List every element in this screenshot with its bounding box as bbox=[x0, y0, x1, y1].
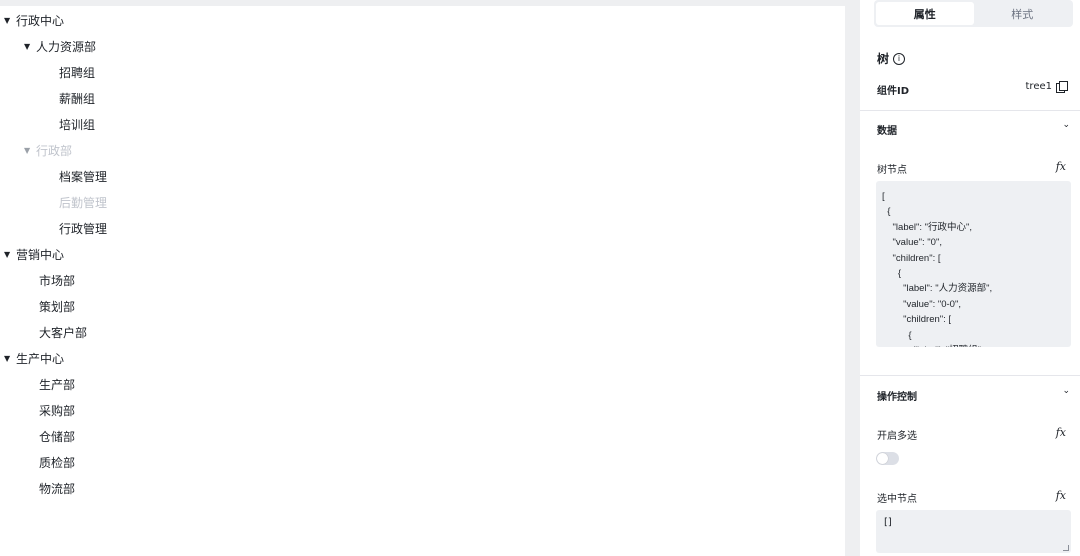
component-id-value: tree1 bbox=[1025, 81, 1052, 92]
tree-node[interactable]: 薪酬组 bbox=[0, 85, 845, 111]
tree-node[interactable]: 质检部 bbox=[0, 449, 845, 475]
tree-nodes-editor[interactable]: [ { "label": "行政中心", "value": "0", "chil… bbox=[876, 181, 1071, 347]
expand-caret-icon[interactable]: ▼ bbox=[4, 250, 16, 259]
tree-node-label: 市场部 bbox=[39, 273, 76, 288]
tree-node[interactable]: 策划部 bbox=[0, 293, 845, 319]
tree-node[interactable]: 仓储部 bbox=[0, 423, 845, 449]
tree-node-label: 培训组 bbox=[59, 117, 96, 132]
tree-node-label: 行政管理 bbox=[59, 221, 108, 236]
properties-panel: 属性 样式 树 i 组件ID tree1 数据 ⌄ 树节点 fx [ { "la… bbox=[860, 0, 1080, 556]
tree-node-label: 行政中心 bbox=[16, 13, 65, 28]
tree-node[interactable]: 培训组 bbox=[0, 111, 845, 137]
tree-component: ▼ 行政中心 ▼ 人力资源部 招聘组 薪酬组 培训组 ▼ 行政部 档案管理 后勤管理 行政管理 ▼ 营销中… bbox=[0, 7, 845, 501]
tab-styles[interactable]: 样式 bbox=[974, 2, 1072, 25]
multi-select-label: 开启多选 bbox=[877, 431, 917, 442]
tree-node-label: 行政部 bbox=[36, 143, 73, 158]
tree-nodes-fx-icon[interactable]: fx bbox=[1056, 160, 1066, 173]
tree-node[interactable]: 行政管理 bbox=[0, 215, 845, 241]
tree-node-label: 仓储部 bbox=[39, 429, 76, 444]
tree-node[interactable]: 市场部 bbox=[0, 267, 845, 293]
canvas-right-gutter bbox=[845, 0, 860, 556]
tree-node-label: 营销中心 bbox=[16, 247, 65, 262]
selected-nodes-label: 选中节点 bbox=[877, 494, 917, 505]
multi-select-fx-icon[interactable]: fx bbox=[1056, 426, 1066, 439]
tree-node-label: 策划部 bbox=[39, 299, 76, 314]
component-title-text: 树 bbox=[877, 52, 890, 66]
tree-nodes-code: [ { "label": "行政中心", "value": "0", "chil… bbox=[882, 191, 993, 347]
tree-node-label: 生产中心 bbox=[16, 351, 65, 366]
tree-node: 后勤管理 bbox=[0, 189, 845, 215]
multi-select-toggle[interactable] bbox=[876, 452, 899, 465]
tree-node[interactable]: 档案管理 bbox=[0, 163, 845, 189]
tree-node-label: 采购部 bbox=[39, 403, 76, 418]
info-icon[interactable]: i bbox=[893, 52, 906, 65]
tree-node-label: 档案管理 bbox=[59, 169, 108, 184]
canvas-top-strip bbox=[0, 0, 860, 6]
tree-node-label: 物流部 bbox=[39, 481, 76, 496]
tree-node[interactable]: ▼ 营销中心 bbox=[0, 241, 845, 267]
resize-handle-icon[interactable] bbox=[1063, 545, 1069, 551]
component-title: 树 i bbox=[877, 50, 906, 67]
expand-caret-icon[interactable]: ▼ bbox=[4, 16, 16, 25]
expand-caret-icon[interactable]: ▼ bbox=[24, 146, 36, 155]
expand-caret-icon[interactable]: ▼ bbox=[24, 42, 36, 51]
tree-node-label: 后勤管理 bbox=[59, 195, 108, 210]
tree-node-label: 薪酬组 bbox=[59, 91, 96, 106]
copy-icon[interactable] bbox=[1056, 81, 1068, 93]
tree-node: ▼ 行政部 bbox=[0, 137, 845, 163]
tree-node[interactable]: ▼ 生产中心 bbox=[0, 345, 845, 371]
divider bbox=[860, 110, 1080, 111]
tree-node[interactable]: 招聘组 bbox=[0, 59, 845, 85]
operation-section-chevron-icon[interactable]: ⌄ bbox=[1062, 386, 1070, 396]
expand-caret-icon[interactable]: ▼ bbox=[4, 354, 16, 363]
selected-nodes-value: [] bbox=[884, 517, 892, 528]
component-id-row: tree1 bbox=[1025, 81, 1068, 93]
tree-node-label: 生产部 bbox=[39, 377, 76, 392]
tree-node[interactable]: ▼ 人力资源部 bbox=[0, 33, 845, 59]
data-section-chevron-icon[interactable]: ⌄ bbox=[1062, 120, 1070, 130]
tab-properties[interactable]: 属性 bbox=[876, 2, 974, 25]
tree-node-label: 招聘组 bbox=[59, 65, 96, 80]
tree-node[interactable]: 采购部 bbox=[0, 397, 845, 423]
operation-section-label: 操作控制 bbox=[877, 392, 917, 403]
selected-nodes-input[interactable]: [] bbox=[876, 510, 1071, 553]
tree-node[interactable]: ▼ 行政中心 bbox=[0, 7, 845, 33]
tree-node-label: 人力资源部 bbox=[36, 39, 97, 54]
component-id-label: 组件ID bbox=[877, 86, 910, 97]
tree-node[interactable]: 大客户部 bbox=[0, 319, 845, 345]
data-section-label: 数据 bbox=[877, 126, 897, 137]
tree-nodes-label: 树节点 bbox=[877, 165, 907, 176]
tree-node[interactable]: 生产部 bbox=[0, 371, 845, 397]
panel-tabs: 属性 样式 bbox=[874, 0, 1073, 27]
divider bbox=[860, 375, 1080, 376]
tree-node[interactable]: 物流部 bbox=[0, 475, 845, 501]
tree-node-label: 质检部 bbox=[39, 455, 76, 470]
selected-nodes-fx-icon[interactable]: fx bbox=[1056, 489, 1066, 502]
tree-node-label: 大客户部 bbox=[39, 325, 88, 340]
